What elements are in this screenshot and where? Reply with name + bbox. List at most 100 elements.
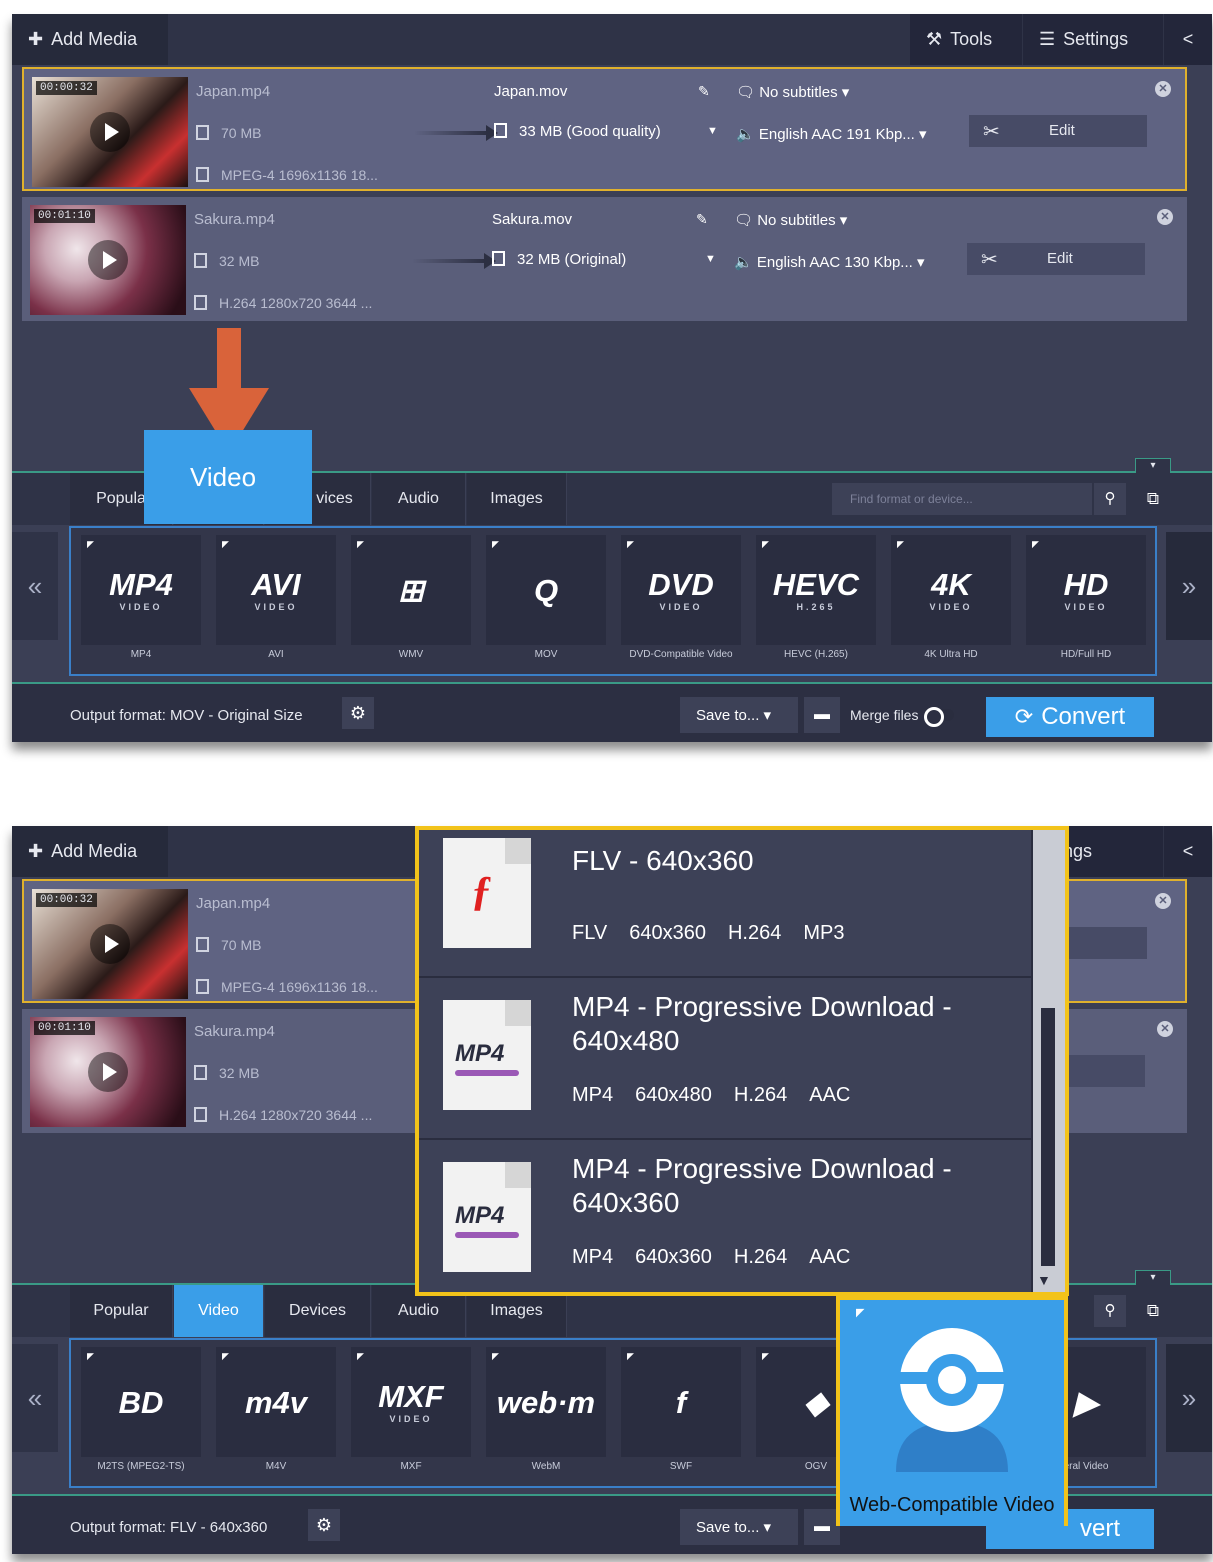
- preset-item[interactable]: ƒ FLV - 640x360 FLV 640x360 H.264 MP3: [419, 830, 1031, 976]
- edit-button[interactable]: ✂ Edit: [967, 243, 1145, 275]
- remove-file-icon[interactable]: ✕: [1155, 81, 1171, 97]
- format-glyph: DVD VIDEO: [648, 566, 714, 612]
- corner-marker-icon: ◤: [1032, 539, 1039, 549]
- video-thumbnail[interactable]: 00:00:32: [32, 77, 188, 187]
- corner-marker-icon: ◤: [357, 539, 364, 549]
- tab-popular[interactable]: Popular: [70, 1285, 173, 1337]
- format-tile[interactable]: AVI VIDEO ◤ AVI: [216, 535, 336, 673]
- search-icon[interactable]: ⚲: [1094, 1295, 1126, 1327]
- audio-dropdown[interactable]: 🔈 English AAC 191 Kbp... ▾: [736, 125, 927, 143]
- format-tile[interactable]: HD VIDEO ◤ HD/Full HD: [1026, 535, 1146, 673]
- remove-file-icon[interactable]: ✕: [1157, 209, 1173, 225]
- remove-file-icon[interactable]: ✕: [1157, 1021, 1173, 1037]
- pencil-icon[interactable]: ✎: [698, 83, 710, 100]
- format-tile[interactable]: HEVC H.265 ◤ HEVC (H.265): [756, 535, 876, 673]
- format-tile[interactable]: BD ◤ M2TS (MPEG2-TS): [81, 1347, 201, 1485]
- chevron-down-icon[interactable]: ▼: [1037, 1272, 1051, 1288]
- audio-dropdown[interactable]: 🔈 English AAC 130 Kbp... ▾: [734, 253, 925, 271]
- dropdown-scrollbar[interactable]: ▼: [1033, 830, 1065, 1292]
- format-caption: DVD-Compatible Video: [629, 649, 733, 660]
- file-icon: [194, 1065, 207, 1080]
- collapse-panel-icon[interactable]: ▾: [1135, 1270, 1171, 1286]
- format-logo: web·m: [486, 1347, 606, 1457]
- play-icon[interactable]: [88, 1052, 128, 1092]
- format-tile[interactable]: ⊞ ◤ WMV: [351, 535, 471, 673]
- search-icon[interactable]: ⚲: [1094, 483, 1126, 515]
- output-size[interactable]: 32 MB (Original): [492, 251, 626, 268]
- format-logo: f: [621, 1347, 741, 1457]
- format-glyph: ◆: [804, 1384, 828, 1420]
- format-caption: WMV: [398, 649, 424, 660]
- video-thumbnail[interactable]: 00:00:32: [32, 889, 188, 999]
- gear-icon[interactable]: ⚙: [308, 1509, 340, 1541]
- tab-video[interactable]: Video: [174, 1285, 264, 1337]
- settings-button[interactable]: ☰ Settings: [1023, 14, 1163, 65]
- format-glyph: MP4 VIDEO: [109, 566, 173, 612]
- output-filename[interactable]: Sakura.mov: [492, 211, 572, 228]
- tab-audio[interactable]: Audio: [372, 473, 466, 525]
- speech-bubble-icon: 🗨: [734, 212, 758, 229]
- web-compatible-video-tile[interactable]: ◤ Web-Compatible Video: [836, 1296, 1068, 1526]
- gear-icon[interactable]: ⚙: [342, 697, 374, 729]
- format-sub-label: VIDEO: [119, 601, 163, 612]
- pencil-icon[interactable]: ✎: [696, 211, 708, 228]
- format-tile[interactable]: 4K VIDEO ◤ 4K Ultra HD: [891, 535, 1011, 673]
- format-tile[interactable]: MP4 VIDEO ◤ MP4: [81, 535, 201, 673]
- search-input[interactable]: Find format or device...: [832, 483, 1092, 515]
- preset-item[interactable]: MP4 MP4 - Progressive Download - 640x480…: [419, 978, 1031, 1138]
- add-media-button[interactable]: ✚ Add Media: [12, 826, 168, 877]
- remove-file-icon[interactable]: ✕: [1155, 893, 1171, 909]
- add-media-button[interactable]: ✚ Add Media: [12, 14, 168, 65]
- file-row[interactable]: 00:01:10 Sakura.mp4 32 MB H.264 1280x720…: [22, 197, 1187, 321]
- scroll-left-button[interactable]: «: [12, 1344, 58, 1452]
- collapse-panel-icon[interactable]: ▾: [1135, 458, 1171, 474]
- format-tile[interactable]: DVD VIDEO ◤ DVD-Compatible Video: [621, 535, 741, 673]
- share-button[interactable]: <: [1164, 14, 1212, 65]
- merge-files-toggle[interactable]: Merge files: [850, 707, 955, 727]
- output-filename[interactable]: Japan.mov: [494, 83, 567, 100]
- preview-icon[interactable]: ⧉: [1136, 1295, 1170, 1327]
- edit-button[interactable]: ✂ Edit: [969, 115, 1147, 147]
- source-filename: Sakura.mp4: [194, 211, 275, 228]
- format-glyph: ⊞: [398, 572, 424, 608]
- play-icon[interactable]: [90, 112, 130, 152]
- chevron-down-icon[interactable]: ▼: [707, 125, 718, 137]
- subtitles-dropdown[interactable]: 🗨 No subtitles ▾: [736, 83, 849, 101]
- subtitles-dropdown[interactable]: 🗨 No subtitles ▾: [734, 211, 847, 229]
- format-tile[interactable]: MXF VIDEO ◤ MXF: [351, 1347, 471, 1485]
- folder-icon[interactable]: ▬: [804, 1509, 840, 1545]
- output-size[interactable]: 33 MB (Good quality): [494, 123, 661, 140]
- folder-icon[interactable]: ▬: [804, 697, 840, 733]
- file-row[interactable]: 00:00:32 Japan.mp4 70 MB MPEG-4 1696x113…: [22, 67, 1187, 191]
- scroll-right-button[interactable]: »: [1166, 1344, 1212, 1452]
- save-to-button[interactable]: Save to... ▾: [680, 697, 798, 733]
- tab-images[interactable]: Images: [467, 473, 567, 525]
- share-button[interactable]: <: [1164, 826, 1212, 877]
- play-icon[interactable]: [90, 924, 130, 964]
- scrollbar-thumb[interactable]: [1041, 1008, 1055, 1266]
- format-tile[interactable]: m4v ◤ M4V: [216, 1347, 336, 1485]
- format-glyph: HD VIDEO: [1063, 566, 1109, 612]
- scroll-left-button[interactable]: «: [12, 532, 58, 640]
- preset-item[interactable]: MP4 MP4 - Progressive Download - 640x360…: [419, 1140, 1031, 1292]
- tab-devices[interactable]: Devices: [265, 1285, 371, 1337]
- convert-button[interactable]: ⟳ Convert: [986, 697, 1154, 737]
- play-icon[interactable]: [88, 240, 128, 280]
- corner-marker-icon: ◤: [856, 1307, 865, 1319]
- video-thumbnail[interactable]: 00:01:10: [30, 1017, 186, 1127]
- video-thumbnail[interactable]: 00:01:10: [30, 205, 186, 315]
- scroll-right-button[interactable]: »: [1166, 532, 1212, 640]
- save-to-button[interactable]: Save to... ▾: [680, 1509, 798, 1545]
- source-filename: Sakura.mp4: [194, 1023, 275, 1040]
- tools-button[interactable]: ⚒ Tools: [910, 14, 1022, 65]
- convert-arrow: [412, 253, 496, 269]
- video-tab-callout[interactable]: Video: [144, 430, 312, 524]
- format-logo: HD VIDEO: [1026, 535, 1146, 645]
- chevron-down-icon[interactable]: ▼: [705, 253, 716, 265]
- preview-icon[interactable]: ⧉: [1136, 483, 1170, 515]
- format-tile[interactable]: f ◤ SWF: [621, 1347, 741, 1485]
- format-tile[interactable]: web·m ◤ WebM: [486, 1347, 606, 1485]
- toggle-icon[interactable]: [924, 707, 955, 727]
- format-tile[interactable]: Q ◤ MOV: [486, 535, 606, 673]
- source-size: 70 MB: [196, 125, 261, 141]
